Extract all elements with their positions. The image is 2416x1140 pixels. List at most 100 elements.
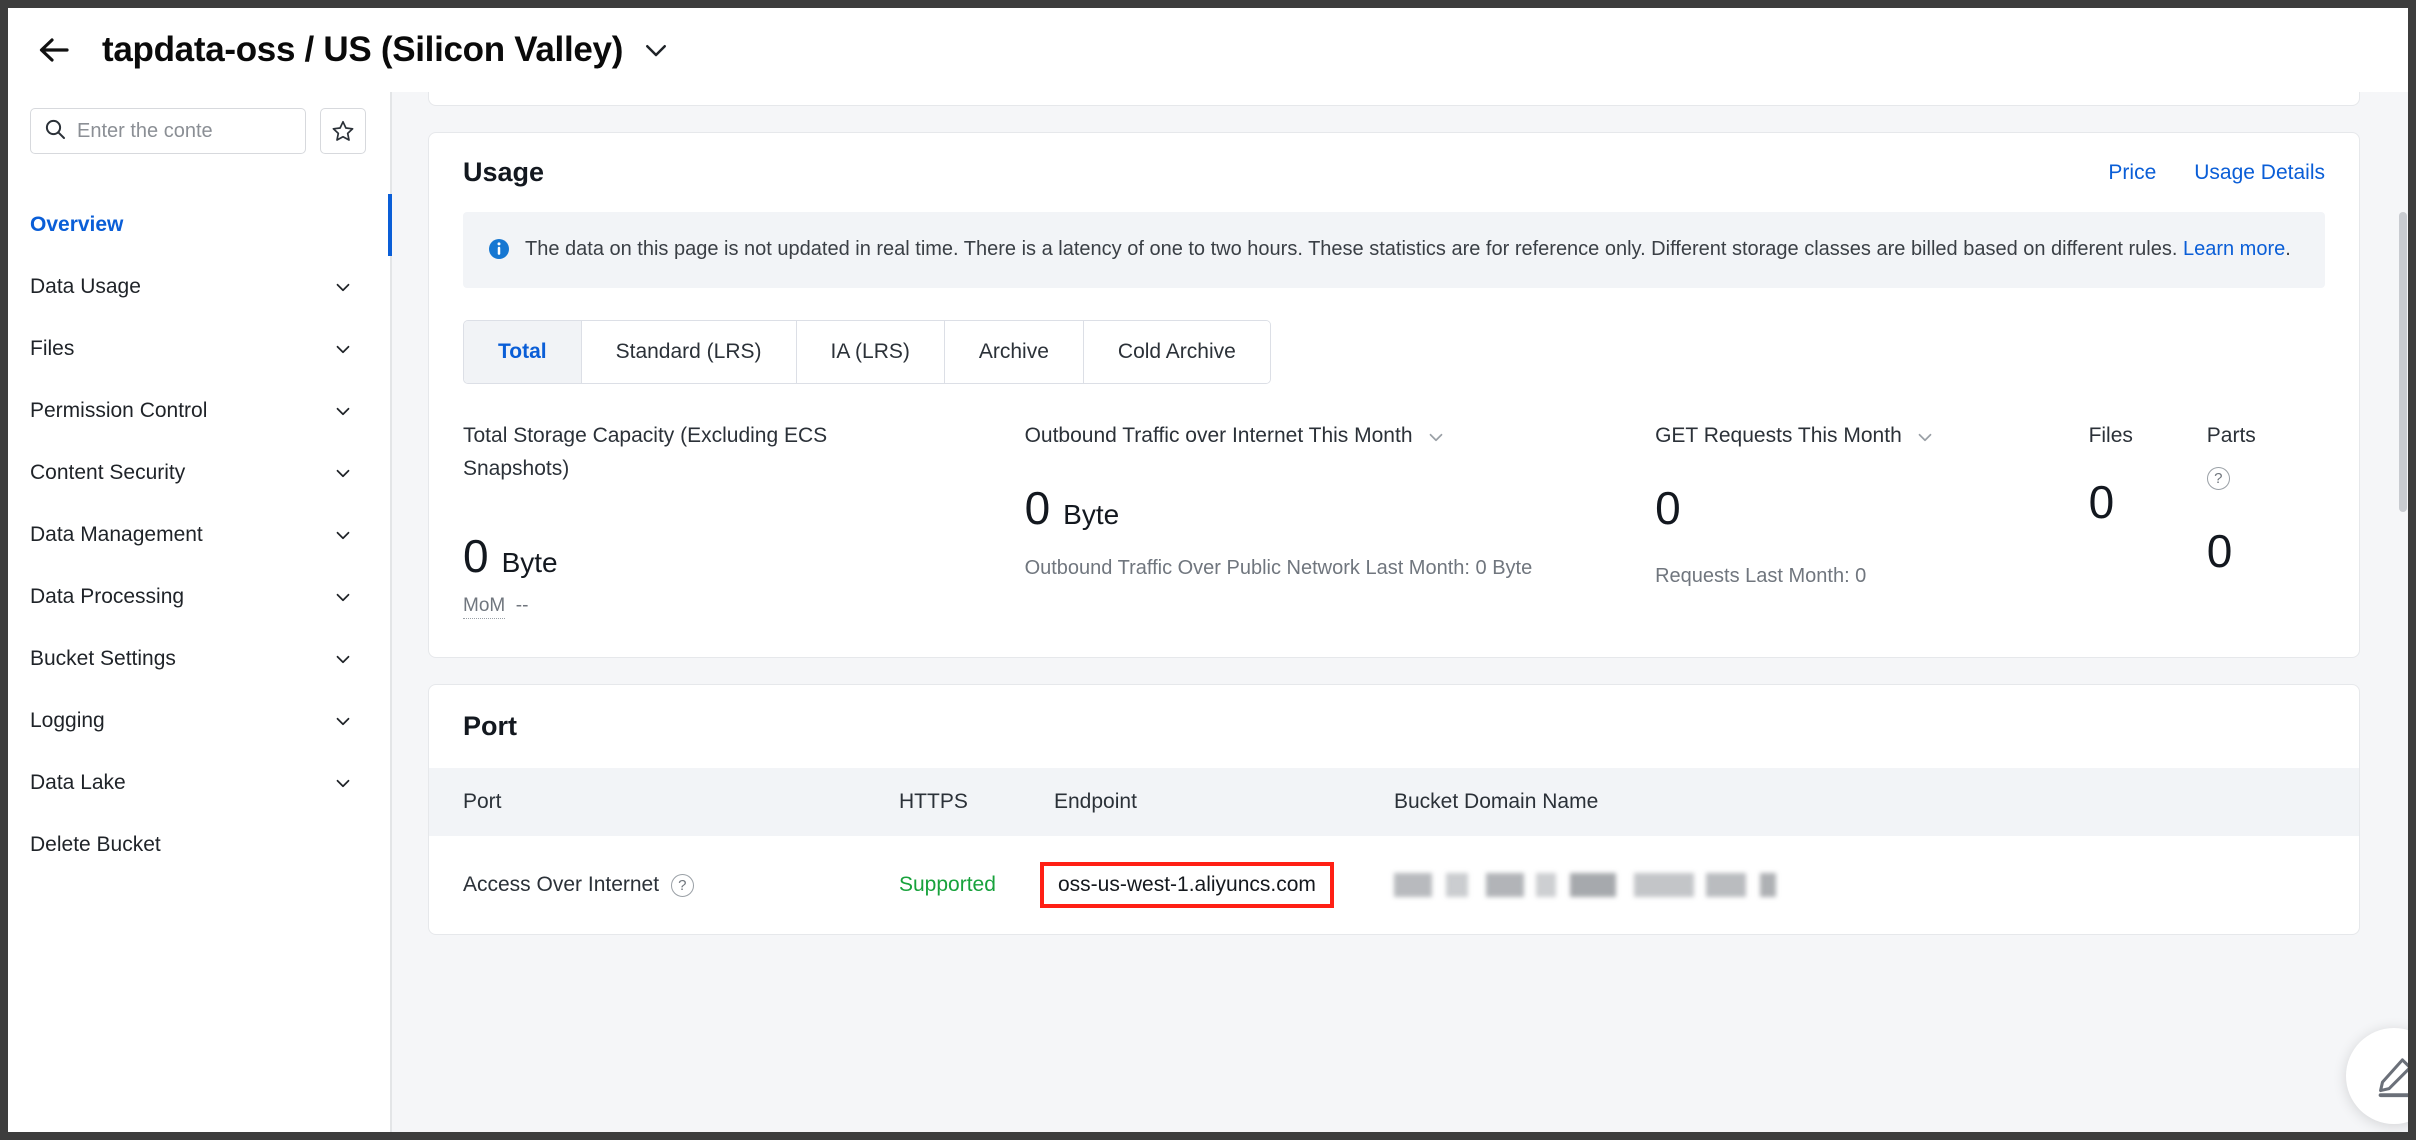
stat-label: Total Storage Capacity (Excluding ECS Sn… — [463, 420, 1025, 485]
back-arrow-icon[interactable] — [32, 28, 76, 72]
sidebar-item-label: Delete Bucket — [30, 833, 354, 857]
favorite-star-icon[interactable] — [320, 108, 366, 154]
stat-get-requests: GET Requests This Month 0 Requests Last … — [1655, 420, 2088, 617]
sidebar-item-files[interactable]: Files — [8, 318, 390, 380]
stat-label-text: Parts — [2207, 420, 2256, 453]
mom-label: MoM — [463, 595, 505, 619]
chevron-down-icon — [332, 586, 354, 608]
stat-value: 0 — [463, 529, 489, 583]
table-header-row: Port HTTPS Endpoint Bucket Domain Name — [429, 768, 2359, 836]
content-scrollbar[interactable] — [2398, 92, 2408, 1132]
table-row: Access Over Internet ? Supported oss-us-… — [429, 836, 2359, 934]
previous-card-stub — [428, 92, 2360, 106]
port-title: Port — [429, 685, 2359, 742]
cell-port: Access Over Internet ? — [429, 836, 899, 934]
stat-value: 0 — [1025, 481, 1051, 535]
sidebar-nav: Overview Data Usage Files Permission Con… — [8, 194, 390, 876]
sidebar-item-label: Logging — [30, 709, 332, 733]
stat-value-row: 0 Byte — [1025, 481, 1656, 535]
chevron-down-icon — [332, 462, 354, 484]
cell-https: Supported — [899, 836, 1054, 934]
chevron-down-icon — [332, 276, 354, 298]
sidebar-item-bucket-settings[interactable]: Bucket Settings — [8, 628, 390, 690]
sidebar-item-label: Permission Control — [30, 399, 332, 423]
column-header-https: HTTPS — [899, 768, 1054, 836]
storage-class-tabs: Total Standard (LRS) IA (LRS) Archive Co… — [463, 320, 1271, 384]
stat-value: 0 — [2207, 524, 2233, 578]
get-requests-chevron-down-icon[interactable] — [1914, 426, 1936, 459]
usage-card: Usage Price Usage Details — [428, 132, 2360, 658]
page-viewport: tapdata-oss / US (Silicon Valley) Enter … — [8, 8, 2408, 1132]
port-card: Port Port HTTPS Endpoint Bucket Domain N… — [428, 684, 2360, 935]
chevron-down-icon — [332, 338, 354, 360]
feedback-edit-button[interactable] — [2346, 1028, 2408, 1124]
tab-total[interactable]: Total — [464, 321, 582, 383]
stat-label: Outbound Traffic over Internet This Mont… — [1025, 420, 1656, 459]
endpoint-value[interactable]: oss-us-west-1.aliyuncs.com — [1040, 862, 1334, 908]
stat-label: Files — [2089, 420, 2207, 453]
sidebar-item-data-lake[interactable]: Data Lake — [8, 752, 390, 814]
column-header-port: Port — [429, 768, 899, 836]
sidebar-search-row: Enter the conte — [8, 102, 390, 160]
search-placeholder: Enter the conte — [77, 120, 213, 143]
stat-label: GET Requests This Month — [1655, 420, 2088, 459]
stat-sub-text: Outbound Traffic Over Public Network Las… — [1025, 553, 1656, 583]
info-banner-text: The data on this page is not updated in … — [525, 234, 2291, 266]
page-title: tapdata-oss / US (Silicon Valley) — [102, 30, 623, 70]
stat-label-text: Outbound Traffic over Internet This Mont… — [1025, 420, 1413, 453]
stat-files: Files 0 — [2089, 420, 2207, 617]
port-table: Port HTTPS Endpoint Bucket Domain Name A… — [429, 768, 2359, 934]
info-banner-text-after: . — [2285, 238, 2291, 260]
tab-standard-lrs[interactable]: Standard (LRS) — [582, 321, 797, 383]
port-question-circle-icon[interactable]: ? — [671, 874, 694, 897]
chevron-down-icon — [332, 710, 354, 732]
usage-details-link[interactable]: Usage Details — [2194, 161, 2325, 185]
stat-value: 0 — [2089, 475, 2115, 529]
sidebar-item-permission-control[interactable]: Permission Control — [8, 380, 390, 442]
sidebar-item-label: Files — [30, 337, 332, 361]
stat-total-storage-capacity: Total Storage Capacity (Excluding ECS Sn… — [463, 420, 1025, 617]
usage-card-header: Usage Price Usage Details — [429, 133, 2359, 194]
question-circle-icon[interactable]: ? — [2207, 467, 2230, 490]
search-input[interactable]: Enter the conte — [30, 108, 306, 154]
mom-value: -- — [516, 595, 529, 616]
outbound-chevron-down-icon[interactable] — [1425, 426, 1447, 459]
chevron-down-icon — [332, 648, 354, 670]
stat-label: Parts — [2207, 420, 2325, 453]
tab-cold-archive[interactable]: Cold Archive — [1084, 321, 1270, 383]
sidebar-item-overview[interactable]: Overview — [8, 194, 390, 256]
scrollbar-thumb[interactable] — [2399, 212, 2407, 512]
usage-header-links: Price Usage Details — [2108, 161, 2325, 185]
stat-value-row: 0 Byte — [463, 529, 1025, 583]
page-body: Enter the conte Overview Data Usage — [8, 92, 2408, 1132]
sidebar-item-label: Content Security — [30, 461, 332, 485]
stat-mom: MoM -- — [463, 595, 1025, 617]
sidebar-item-label: Data Management — [30, 523, 332, 547]
sidebar-item-data-usage[interactable]: Data Usage — [8, 256, 390, 318]
usage-stats: Total Storage Capacity (Excluding ECS Sn… — [429, 384, 2359, 657]
learn-more-link[interactable]: Learn more — [2183, 238, 2285, 260]
search-icon — [43, 117, 67, 146]
sidebar-item-logging[interactable]: Logging — [8, 690, 390, 752]
sidebar-item-data-processing[interactable]: Data Processing — [8, 566, 390, 628]
sidebar-item-label: Overview — [30, 213, 354, 237]
title-chevron-down-icon[interactable] — [641, 35, 671, 65]
cell-bucket-domain — [1394, 836, 2359, 934]
tab-archive[interactable]: Archive — [945, 321, 1084, 383]
column-header-endpoint: Endpoint — [1054, 768, 1394, 836]
sidebar-item-delete-bucket[interactable]: Delete Bucket — [8, 814, 390, 876]
tab-ia-lrs[interactable]: IA (LRS) — [797, 321, 945, 383]
stat-label-text: Files — [2089, 420, 2133, 453]
stat-sub-text: Requests Last Month: 0 — [1655, 561, 2088, 591]
sidebar: Enter the conte Overview Data Usage — [8, 92, 392, 1132]
chevron-down-icon — [332, 400, 354, 422]
sidebar-item-content-security[interactable]: Content Security — [8, 442, 390, 504]
parts-help-row: ? — [2207, 467, 2325, 490]
sidebar-item-data-management[interactable]: Data Management — [8, 504, 390, 566]
main-content: Usage Price Usage Details — [392, 92, 2408, 1132]
info-banner-text-before: The data on this page is not updated in … — [525, 238, 2183, 260]
cell-endpoint: oss-us-west-1.aliyuncs.com — [1054, 836, 1394, 934]
browser-window: tapdata-oss / US (Silicon Valley) Enter … — [0, 0, 2416, 1140]
price-link[interactable]: Price — [2108, 161, 2156, 185]
stat-value-row: 0 — [2207, 524, 2325, 578]
